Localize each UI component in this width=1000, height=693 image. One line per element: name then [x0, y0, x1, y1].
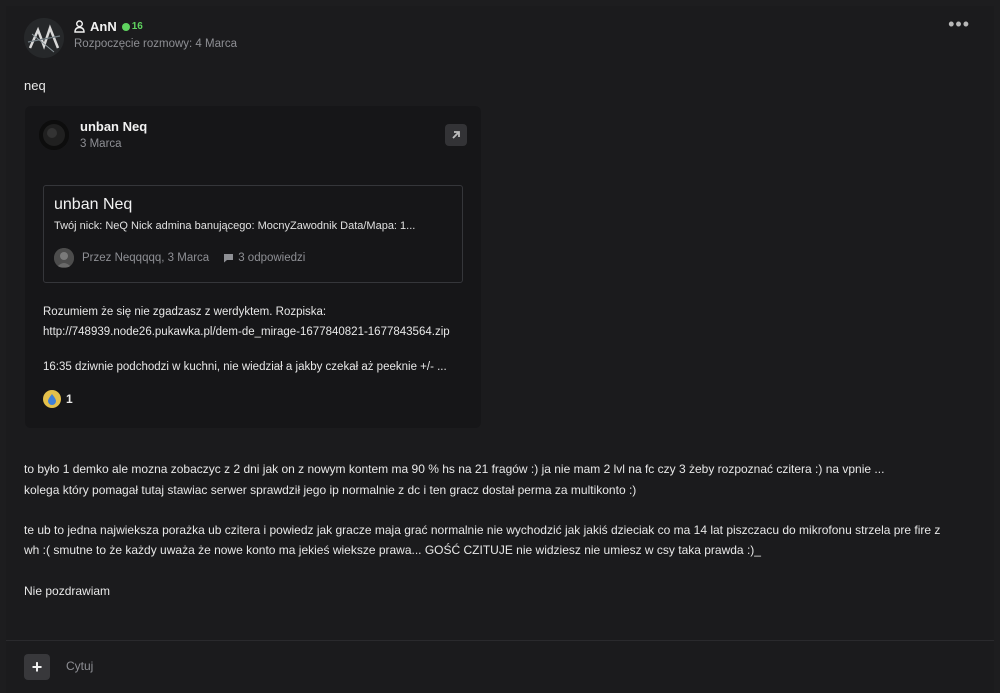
quoted-topic-excerpt: Twój nick: NeQ Nick admina banującego: M… — [54, 220, 416, 232]
quoted-topic-title[interactable]: unban Neq — [54, 196, 132, 214]
lead-text: neq — [24, 78, 46, 93]
quoted-author-avatar-image — [54, 248, 74, 268]
embed-text-line-3: 16:35 dziwnie podchodzi w kuchni, nie wi… — [43, 361, 447, 373]
open-link-icon[interactable] — [445, 124, 467, 146]
comment-icon — [224, 254, 234, 263]
quoted-author-line: Przez Neqqqqq, 3 Marca — [82, 252, 210, 264]
embedded-post[interactable]: unban Neq 3 Marca unban Neq Twój nick: N… — [25, 106, 481, 428]
reaction-icon — [43, 390, 61, 408]
reputation-badge: 16 — [121, 21, 143, 32]
badge-count: 16 — [131, 21, 143, 32]
user-icon — [74, 20, 85, 33]
embed-title[interactable]: unban Neq — [80, 119, 147, 134]
post-body-line-1: to było 1 demko ale mozna zobaczyc z 2 d… — [24, 462, 885, 476]
arrow-up-right-icon — [452, 131, 460, 139]
drop-icon — [48, 394, 56, 405]
author-name[interactable]: AnN — [90, 19, 117, 34]
started-date: Rozpoczęcie rozmowy: 4 Marca — [74, 38, 237, 50]
embed-text-line-1: Rozumiem że się nie zgadzasz z werdyktem… — [43, 306, 327, 318]
post-body-line-2: kolega który pomagał tutaj stawiac serwe… — [24, 483, 637, 497]
post-body-line-5: Nie pozdrawiam — [24, 584, 111, 598]
more-icon[interactable]: ••• — [948, 14, 970, 35]
author-row: AnN 16 — [74, 19, 143, 34]
embed-avatar-image — [39, 120, 69, 150]
author-avatar[interactable] — [24, 18, 64, 58]
quoted-author-avatar — [54, 248, 74, 268]
quote-button[interactable]: Cytuj — [66, 659, 93, 673]
plus-icon[interactable]: + — [24, 654, 50, 680]
badge-icon — [121, 22, 130, 31]
reaction[interactable]: 1 — [43, 390, 73, 408]
post-body-line-4: wh :( smutne to że każdy uważa że nowe k… — [24, 543, 761, 557]
embed-link[interactable]: http://748939.node26.pukawka.pl/dem-de_m… — [43, 326, 468, 338]
author-avatar-image — [24, 18, 64, 58]
reaction-count: 1 — [66, 392, 73, 406]
embed-date: 3 Marca — [80, 138, 122, 150]
forum-post: AnN 16 Rozpoczęcie rozmowy: 4 Marca ••• … — [6, 6, 994, 693]
quoted-topic[interactable]: unban Neq Twój nick: NeQ Nick admina ban… — [43, 185, 463, 283]
reply-count: 3 odpowiedzi — [238, 252, 306, 264]
embed-avatar — [39, 120, 69, 150]
footer-divider — [6, 640, 994, 641]
post-body-line-3: te ub to jedna najwieksza porażka ub czi… — [24, 523, 941, 537]
quoted-topic-meta: Przez Neqqqqq, 3 Marca 3 odpowiedzi — [54, 248, 305, 268]
